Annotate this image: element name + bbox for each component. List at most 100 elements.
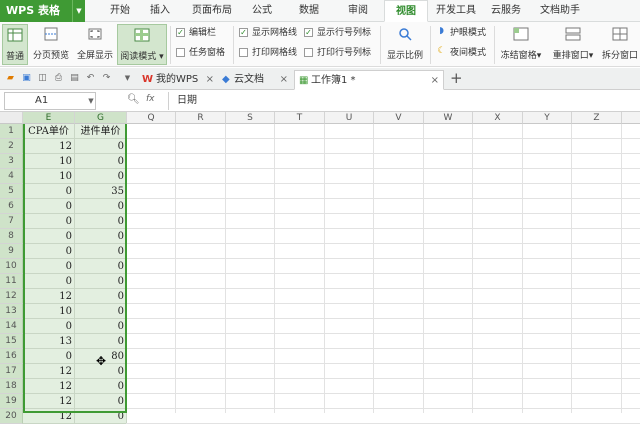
show-headers-checkbox[interactable]: ✓ 显示行号列标 — [304, 26, 376, 40]
row-header[interactable]: 7 — [0, 214, 23, 229]
close-icon[interactable]: × — [280, 70, 288, 90]
row-header[interactable]: 14 — [0, 319, 23, 334]
print-gridlines-checkbox[interactable]: 打印网格线 — [239, 46, 303, 60]
menu-formulas[interactable]: 公式 — [245, 0, 279, 22]
reading-mode-button[interactable]: 阅读模式 ▾ — [117, 24, 167, 65]
menu-developer[interactable]: 开发工具 — [432, 0, 480, 22]
format-painter-icon[interactable]: ▤ — [69, 73, 80, 84]
menu-home[interactable]: 开始 — [103, 0, 137, 22]
spreadsheet-grid[interactable]: E G Q R S T U V W X Y Z 1 CPA单价 进件单价 2 12 0 3 1… — [0, 112, 640, 424]
row-header[interactable]: 15 — [0, 334, 23, 349]
row-header[interactable]: 19 — [0, 394, 23, 409]
checkbox-checked-icon[interactable]: ✓ — [176, 28, 185, 37]
close-icon[interactable]: × — [431, 71, 439, 91]
checkbox-unchecked-icon[interactable] — [176, 48, 185, 57]
print-gridlines-label: 打印网格线 — [252, 48, 298, 58]
tab-cloud-docs[interactable]: ◆ 云文档 × — [218, 70, 292, 90]
column-header-g[interactable]: G — [75, 112, 127, 124]
tab-workbook1[interactable]: ▦ 工作簿1 * × — [294, 70, 444, 90]
chevron-down-icon[interactable]: ▼ — [122, 73, 133, 84]
column-header-u[interactable]: U — [325, 112, 374, 124]
row-header[interactable]: 16 — [0, 349, 23, 364]
row-header[interactable]: 18 — [0, 379, 23, 394]
freeze-panes-text: 冻结窗格 — [500, 51, 537, 61]
print-icon[interactable]: ⎙ — [53, 73, 64, 84]
save-icon[interactable]: ▣ — [21, 73, 32, 84]
row-header[interactable]: 20 — [0, 409, 23, 424]
undo-icon[interactable]: ↶ — [85, 73, 96, 84]
reading-mode-icon — [134, 28, 150, 42]
zoom-magnifier-icon[interactable]: 🔍︎ — [127, 94, 140, 108]
menu-view[interactable]: 视图 — [384, 0, 428, 22]
gridline — [126, 288, 640, 289]
column-header-x[interactable]: X — [473, 112, 523, 124]
freeze-panes-button[interactable]: 冻结窗格▾ — [497, 24, 545, 65]
formula-input[interactable]: 日期 — [168, 92, 640, 110]
print-headers-checkbox[interactable]: 打印行号列标 — [304, 46, 376, 60]
row-header[interactable]: 5 — [0, 184, 23, 199]
close-icon[interactable]: × — [206, 70, 214, 90]
column-header-r[interactable]: R — [176, 112, 226, 124]
new-tab-plus-icon[interactable]: + — [450, 69, 463, 87]
chevron-down-icon[interactable]: ▼ — [72, 0, 85, 22]
menu-page-layout[interactable]: 页面布局 — [188, 0, 236, 22]
task-pane-checkbox[interactable]: 任务窗格 — [176, 46, 236, 60]
row-header[interactable]: 2 — [0, 139, 23, 154]
column-header-overflow[interactable] — [622, 112, 640, 124]
page-break-icon — [44, 27, 58, 41]
eye-protect-button[interactable]: ◗ 护眼模式 — [437, 26, 493, 40]
row-header[interactable]: 10 — [0, 259, 23, 274]
tab-my-wps[interactable]: W 我的WPS × — [138, 70, 218, 90]
ribbon-separator — [170, 26, 171, 64]
edit-bar-label: 编辑栏 — [189, 28, 217, 38]
row-header[interactable]: 6 — [0, 199, 23, 214]
name-box[interactable]: A1 — [4, 92, 96, 110]
row-header[interactable]: 1 — [0, 124, 23, 139]
menu-data[interactable]: 数据 — [292, 0, 326, 22]
row-header[interactable]: 8 — [0, 229, 23, 244]
row-header[interactable]: 11 — [0, 274, 23, 289]
night-mode-button[interactable]: ☾ 夜间模式 — [437, 46, 493, 60]
checkbox-unchecked-icon[interactable] — [304, 48, 313, 57]
menu-doc-assistant[interactable]: 文档助手 — [534, 0, 586, 22]
row-header[interactable]: 17 — [0, 364, 23, 379]
row-header[interactable]: 13 — [0, 304, 23, 319]
select-all-corner[interactable] — [0, 112, 23, 124]
gridline — [126, 198, 640, 199]
chevron-down-icon[interactable]: ▼ — [86, 92, 96, 110]
menu-cloud[interactable]: 云服务 — [486, 0, 526, 22]
print-preview-icon[interactable]: ◫ — [37, 73, 48, 84]
menu-insert[interactable]: 插入 — [143, 0, 177, 22]
full-screen-label: 全屏显示 — [76, 51, 113, 61]
show-gridlines-checkbox[interactable]: ✓ 显示网格线 — [239, 26, 303, 40]
page-break-preview-button[interactable]: 分页预览 — [30, 24, 72, 65]
row-header[interactable]: 3 — [0, 154, 23, 169]
column-header-q[interactable]: Q — [127, 112, 176, 124]
column-header-s[interactable]: S — [226, 112, 275, 124]
checkbox-checked-icon[interactable]: ✓ — [304, 28, 313, 37]
full-screen-button[interactable]: 全屏显示 — [74, 24, 116, 65]
row-header[interactable]: 12 — [0, 289, 23, 304]
app-menu-button[interactable]: WPS 表格 ▼ — [0, 0, 85, 22]
edit-bar-checkbox[interactable]: ✓ 编辑栏 — [176, 26, 236, 40]
normal-view-button[interactable]: 普通 — [2, 24, 28, 65]
zoom-button[interactable]: 显示比例 — [384, 24, 426, 65]
row-header[interactable]: 4 — [0, 169, 23, 184]
row-header[interactable]: 9 — [0, 244, 23, 259]
open-folder-icon[interactable]: ▰ — [5, 73, 16, 84]
column-header-v[interactable]: V — [374, 112, 424, 124]
insert-function-icon[interactable]: fx — [146, 94, 160, 108]
checkbox-checked-icon[interactable]: ✓ — [239, 28, 248, 37]
split-window-button[interactable]: 拆分窗口 — [600, 24, 640, 65]
column-header-e[interactable]: E — [23, 112, 75, 124]
checkbox-unchecked-icon[interactable] — [239, 48, 248, 57]
column-header-w[interactable]: W — [424, 112, 473, 124]
app-name[interactable]: WPS 表格 — [0, 0, 72, 22]
redo-icon[interactable]: ↷ — [101, 73, 112, 84]
column-header-t[interactable]: T — [275, 112, 325, 124]
arrange-windows-button[interactable]: 重排窗口▾ — [549, 24, 597, 65]
menu-review[interactable]: 审阅 — [341, 0, 375, 22]
column-header-y[interactable]: Y — [523, 112, 572, 124]
full-screen-icon — [88, 28, 102, 40]
column-header-z[interactable]: Z — [572, 112, 622, 124]
